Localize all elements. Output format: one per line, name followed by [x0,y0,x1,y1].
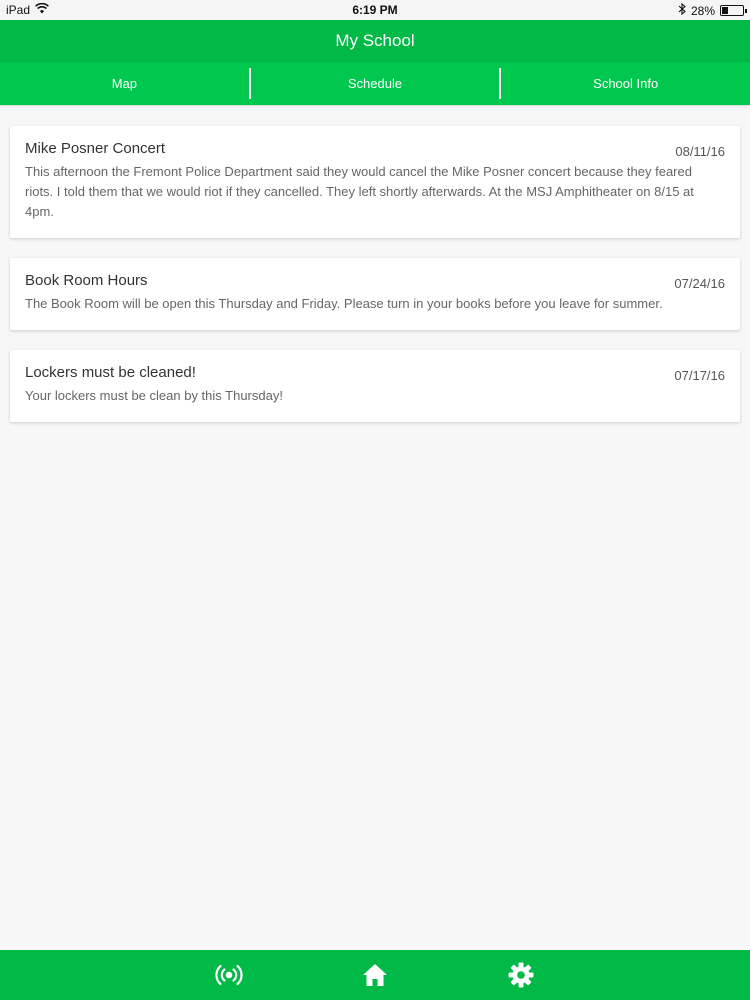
announcement-date: 08/11/16 [675,144,725,159]
announcement-date: 07/17/16 [674,368,725,383]
app-header: My School [0,20,750,62]
announcement-card[interactable]: Lockers must be cleaned! 07/17/16 Your l… [10,350,740,422]
battery-percent: 28% [690,3,715,18]
announcement-card[interactable]: Mike Posner Concert 08/11/16 This aftern… [10,126,740,238]
announcement-body: The Book Room will be open this Thursday… [25,296,663,311]
tab-school-info[interactable]: School Info [501,68,750,99]
settings-nav-button[interactable] [503,957,539,993]
home-nav-button[interactable] [357,957,393,993]
announcement-title: Lockers must be cleaned! [25,364,196,381]
bluetooth-icon [678,2,686,18]
bottom-nav [0,950,750,1000]
status-time: 6:19 PM [352,3,398,17]
battery-icon [720,5,747,16]
announcement-title: Book Room Hours [25,272,148,289]
page-title: My School [335,31,415,50]
announcement-body: Your lockers must be clean by this Thurs… [25,388,283,403]
announcement-date: 07/24/16 [674,276,725,291]
broadcast-icon [215,964,243,986]
battery-fill [722,7,729,14]
status-bar: iPad 6:19 PM 28% [0,0,750,20]
status-right: 28% [678,2,747,18]
announcement-body: This afternoon the Fremont Police Depart… [25,164,694,219]
home-icon [363,964,387,986]
tab-map[interactable]: Map [0,68,251,99]
announcement-title: Mike Posner Concert [25,140,166,157]
tab-schedule[interactable]: Schedule [251,68,502,99]
broadcast-nav-button[interactable] [211,957,247,993]
tab-bar: Map Schedule School Info [0,62,750,105]
gear-icon [508,962,534,988]
announcement-card[interactable]: Book Room Hours 07/24/16 The Book Room w… [10,258,740,330]
announcement-list: Mike Posner Concert 08/11/16 This aftern… [10,126,740,442]
